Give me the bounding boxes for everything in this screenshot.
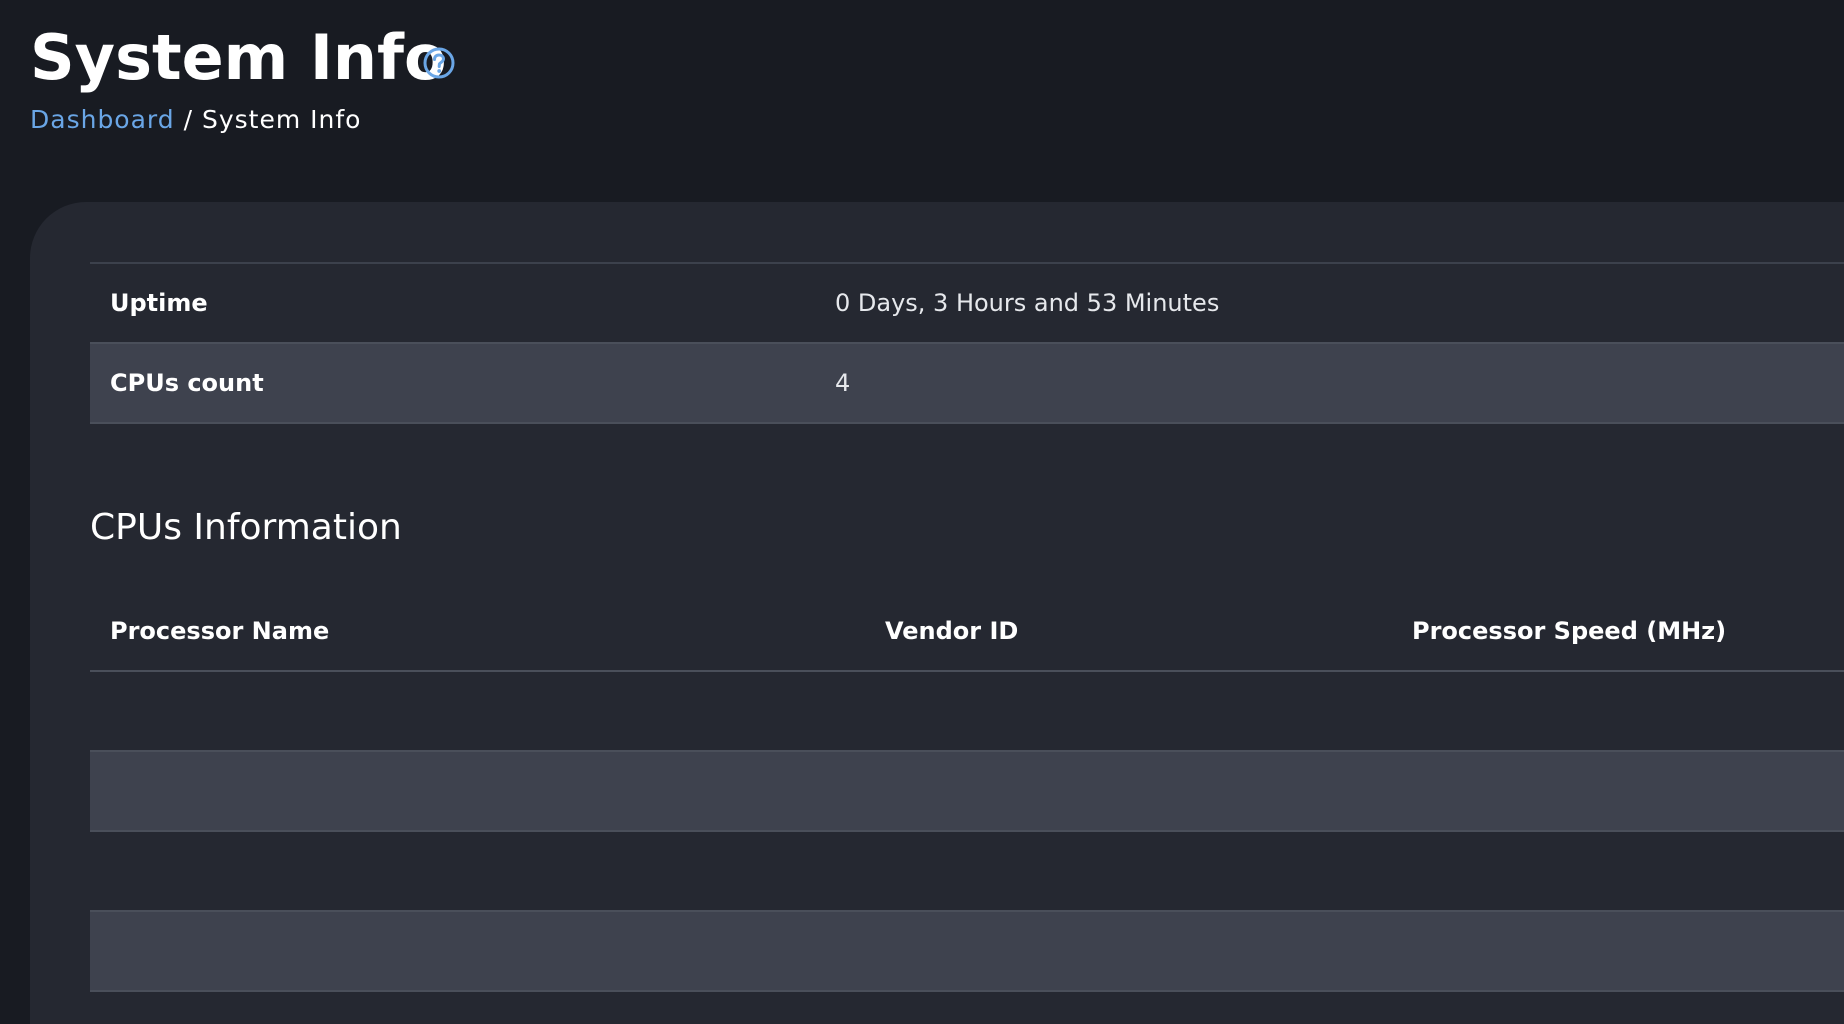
breadcrumb-separator: / [183, 105, 194, 134]
cpus-information-title: CPUs Information [90, 507, 402, 548]
cpus-table-header: Processor Name Vendor ID Processor Speed… [90, 592, 1844, 672]
question-circle-icon[interactable] [422, 46, 456, 80]
table-row-cpus-count: CPUs count 4 [90, 344, 1844, 424]
table-row [90, 672, 1844, 752]
uptime-value: 0 Days, 3 Hours and 53 Minutes [835, 289, 1220, 317]
uptime-label: Uptime [110, 289, 208, 317]
table-row [90, 912, 1844, 992]
breadcrumb-current: System Info [201, 105, 362, 134]
page-title: System Info [30, 21, 447, 94]
breadcrumb-dashboard-link[interactable]: Dashboard [30, 105, 175, 134]
table-row [90, 832, 1844, 912]
system-info-card: Uptime 0 Days, 3 Hours and 53 Minutes CP… [30, 202, 1844, 1024]
table-row-uptime: Uptime 0 Days, 3 Hours and 53 Minutes [90, 264, 1844, 344]
cpus-count-label: CPUs count [110, 369, 264, 397]
column-header-processor-name[interactable]: Processor Name [110, 592, 329, 670]
cpus-table: Processor Name Vendor ID Processor Speed… [90, 592, 1844, 992]
system-info-page: System Info Dashboard / System Info Upti… [0, 0, 1844, 1024]
column-header-vendor-id[interactable]: Vendor ID [885, 592, 1018, 670]
system-summary-table: Uptime 0 Days, 3 Hours and 53 Minutes CP… [90, 262, 1844, 424]
breadcrumb: Dashboard / System Info [30, 102, 361, 138]
cpus-count-value: 4 [835, 369, 851, 397]
table-row [90, 752, 1844, 832]
column-header-processor-speed[interactable]: Processor Speed (MHz) [1412, 592, 1726, 670]
